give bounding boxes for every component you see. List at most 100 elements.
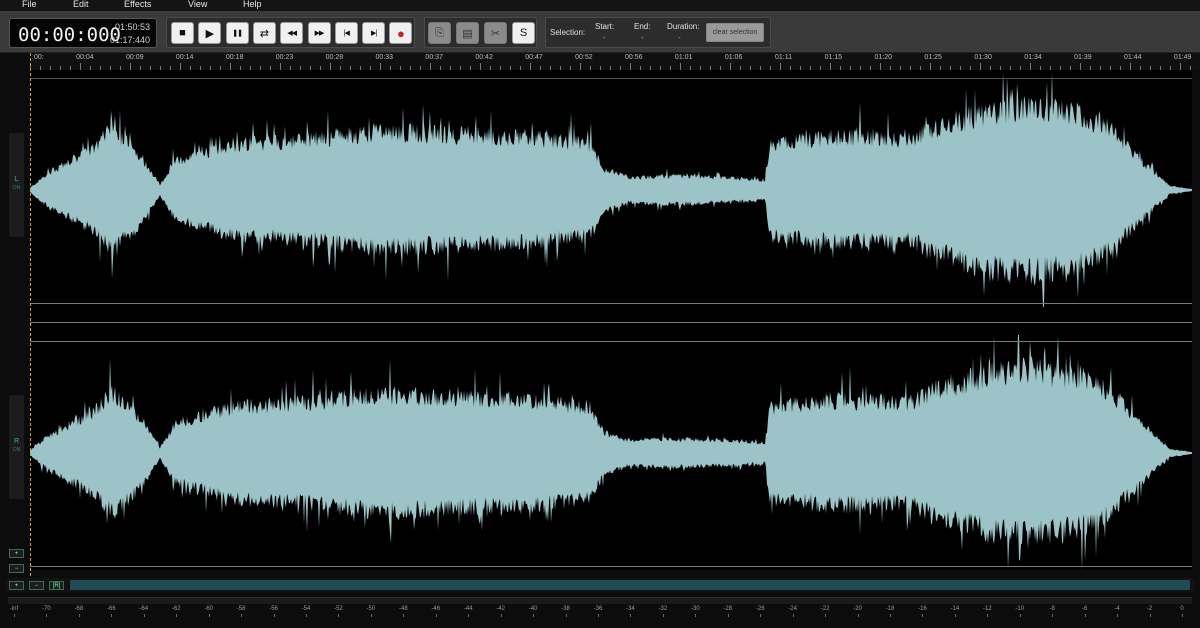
- play-icon: ▶: [205, 27, 215, 40]
- timeline-label: 00:: [34, 54, 44, 61]
- menu-view[interactable]: View: [188, 0, 207, 10]
- channel-right-toggle[interactable]: R ON: [9, 395, 24, 499]
- meter-scale-label: -12: [982, 606, 992, 612]
- meter-scale-label: -4: [1114, 606, 1120, 612]
- channel-right-bottom-border: [30, 566, 1192, 567]
- timeline-label: 01:30: [974, 54, 992, 61]
- menu-help[interactable]: Help: [243, 0, 262, 10]
- timeline-ruler[interactable]: 00: 00:04 00:09 00:14 00:18 00:23 00:28 00:33 00…: [30, 53, 1200, 70]
- loop-button[interactable]: ⇄: [252, 22, 276, 44]
- timeline-label: 00:23: [275, 54, 294, 61]
- edit-tools: ⎘ ▤ ✂ S: [424, 17, 537, 48]
- time-display: 00:00:000 01:50:53 01:17:440: [9, 18, 157, 48]
- meter-scale-label: -18: [885, 606, 895, 612]
- meter-scale-label: -inf: [9, 606, 19, 612]
- meter-scale-label: -30: [690, 606, 700, 612]
- silence-icon: S: [519, 27, 528, 39]
- meter-scale-label: -14: [950, 606, 960, 612]
- meter-scale-label: -46: [431, 606, 441, 612]
- meter-scale-label: -68: [74, 606, 84, 612]
- channel-left-toggle[interactable]: L ON: [9, 133, 24, 237]
- clear-selection-button[interactable]: clear selection: [706, 23, 764, 42]
- waveform-left-channel: [30, 72, 1192, 308]
- timeline-label: 00:04: [76, 54, 94, 61]
- timeline-label: 01:06: [724, 54, 743, 61]
- timeline-label: 00:37: [425, 54, 443, 61]
- timeline-label: 00:14: [175, 54, 194, 61]
- channel-left-state: ON: [12, 185, 21, 191]
- stop-button[interactable]: ■: [171, 22, 194, 44]
- record-icon: ●: [396, 25, 405, 41]
- timeline-label: 00:18: [225, 54, 244, 61]
- play-button[interactable]: ▶: [198, 22, 222, 44]
- zoom-out-vertical-button[interactable]: −: [9, 564, 24, 573]
- timeline-label: 01:39: [1074, 54, 1092, 61]
- playhead-cursor[interactable]: [30, 53, 31, 576]
- waveform-area[interactable]: [30, 70, 1192, 571]
- toolbar: 00:00:000 01:50:53 01:17:440 ■ ▶ ❚❚ ⇄ ◀◀ ▶▶ |◀…: [0, 11, 1200, 53]
- meter-scale-label: -2: [1146, 606, 1153, 612]
- timeline-label: 01:01: [674, 54, 693, 61]
- selection-duration-value: -: [678, 33, 681, 42]
- meter-scale-label: -34: [626, 606, 635, 612]
- skip-end-button[interactable]: ▶|: [362, 22, 386, 44]
- meter-scale-label: -38: [561, 606, 570, 612]
- waveform-canvas[interactable]: [30, 70, 1192, 571]
- meter-scale-label: -22: [820, 606, 830, 612]
- menu-file[interactable]: File: [22, 0, 37, 10]
- level-meter: [8, 597, 1192, 604]
- cut-button[interactable]: ✂: [484, 22, 507, 44]
- record-button[interactable]: ●: [389, 22, 413, 44]
- meter-scale-label: -42: [496, 606, 505, 612]
- channel-divider: [30, 322, 1192, 323]
- meter-scale-label: -20: [853, 606, 862, 612]
- scissors-icon: ✂: [490, 27, 501, 40]
- copy-button[interactable]: ⎘: [428, 22, 451, 44]
- skip-end-icon: ▶|: [370, 30, 377, 37]
- selection-panel: Selection: Start: - End: - Duration: - c…: [545, 17, 771, 48]
- meter-scale-label: -36: [593, 606, 603, 612]
- meter-scale-label: -10: [1015, 606, 1025, 612]
- meter-scale-label: -44: [463, 606, 473, 612]
- menu-effects[interactable]: Effects: [124, 0, 151, 10]
- meter-scale-label: -32: [658, 606, 668, 612]
- copy-icon: ⎘: [435, 26, 444, 39]
- meter-scale-label: -62: [171, 606, 181, 612]
- timeline-label: 01:25: [924, 54, 942, 61]
- zoom-in-horizontal-button[interactable]: +: [9, 581, 24, 590]
- meter-scale-label: -70: [42, 606, 51, 612]
- track-top-border: [30, 78, 1192, 79]
- fast-forward-button[interactable]: ▶▶: [307, 22, 331, 44]
- stop-icon: ■: [179, 27, 186, 39]
- paste-button[interactable]: ▤: [456, 22, 479, 44]
- timeline-label: 00:47: [525, 54, 543, 61]
- timeline-label: 01:15: [824, 54, 843, 61]
- loop-icon: ⇄: [259, 27, 269, 40]
- channel-left-bottom-border: [30, 303, 1192, 304]
- skip-start-button[interactable]: |◀: [334, 22, 358, 44]
- silence-button[interactable]: S: [512, 22, 535, 44]
- timeline-label: 00:28: [325, 54, 344, 61]
- meter-scale-label: -56: [269, 606, 278, 612]
- rewind-button[interactable]: ◀◀: [280, 22, 304, 44]
- meter-scale-label: -26: [755, 606, 765, 612]
- zoom-fit-button[interactable]: [R]: [49, 581, 64, 590]
- meter-scale-label: -24: [788, 606, 797, 612]
- horizontal-scrollbar-thumb[interactable]: [70, 580, 1190, 590]
- current-time: 00:00:000: [18, 24, 121, 46]
- selection-end-value: -: [641, 33, 644, 42]
- timeline-label: 01:44: [1124, 54, 1142, 61]
- selection-duration-label: Duration:: [667, 22, 700, 31]
- waveform-right-channel: [30, 335, 1192, 571]
- zoom-out-horizontal-button[interactable]: −: [29, 581, 44, 590]
- selection-start-value: -: [603, 33, 606, 42]
- channel-right-state: ON: [12, 447, 21, 453]
- meter-scale-label: -48: [398, 606, 408, 612]
- meter-scale-label: -64: [139, 606, 149, 612]
- pause-button[interactable]: ❚❚: [225, 22, 249, 44]
- meter-scale-label: -28: [723, 606, 733, 612]
- rewind-icon: ◀◀: [287, 30, 297, 37]
- total-duration: 01:50:53: [114, 22, 150, 32]
- menu-edit[interactable]: Edit: [73, 0, 89, 10]
- zoom-in-vertical-button[interactable]: +: [9, 549, 24, 558]
